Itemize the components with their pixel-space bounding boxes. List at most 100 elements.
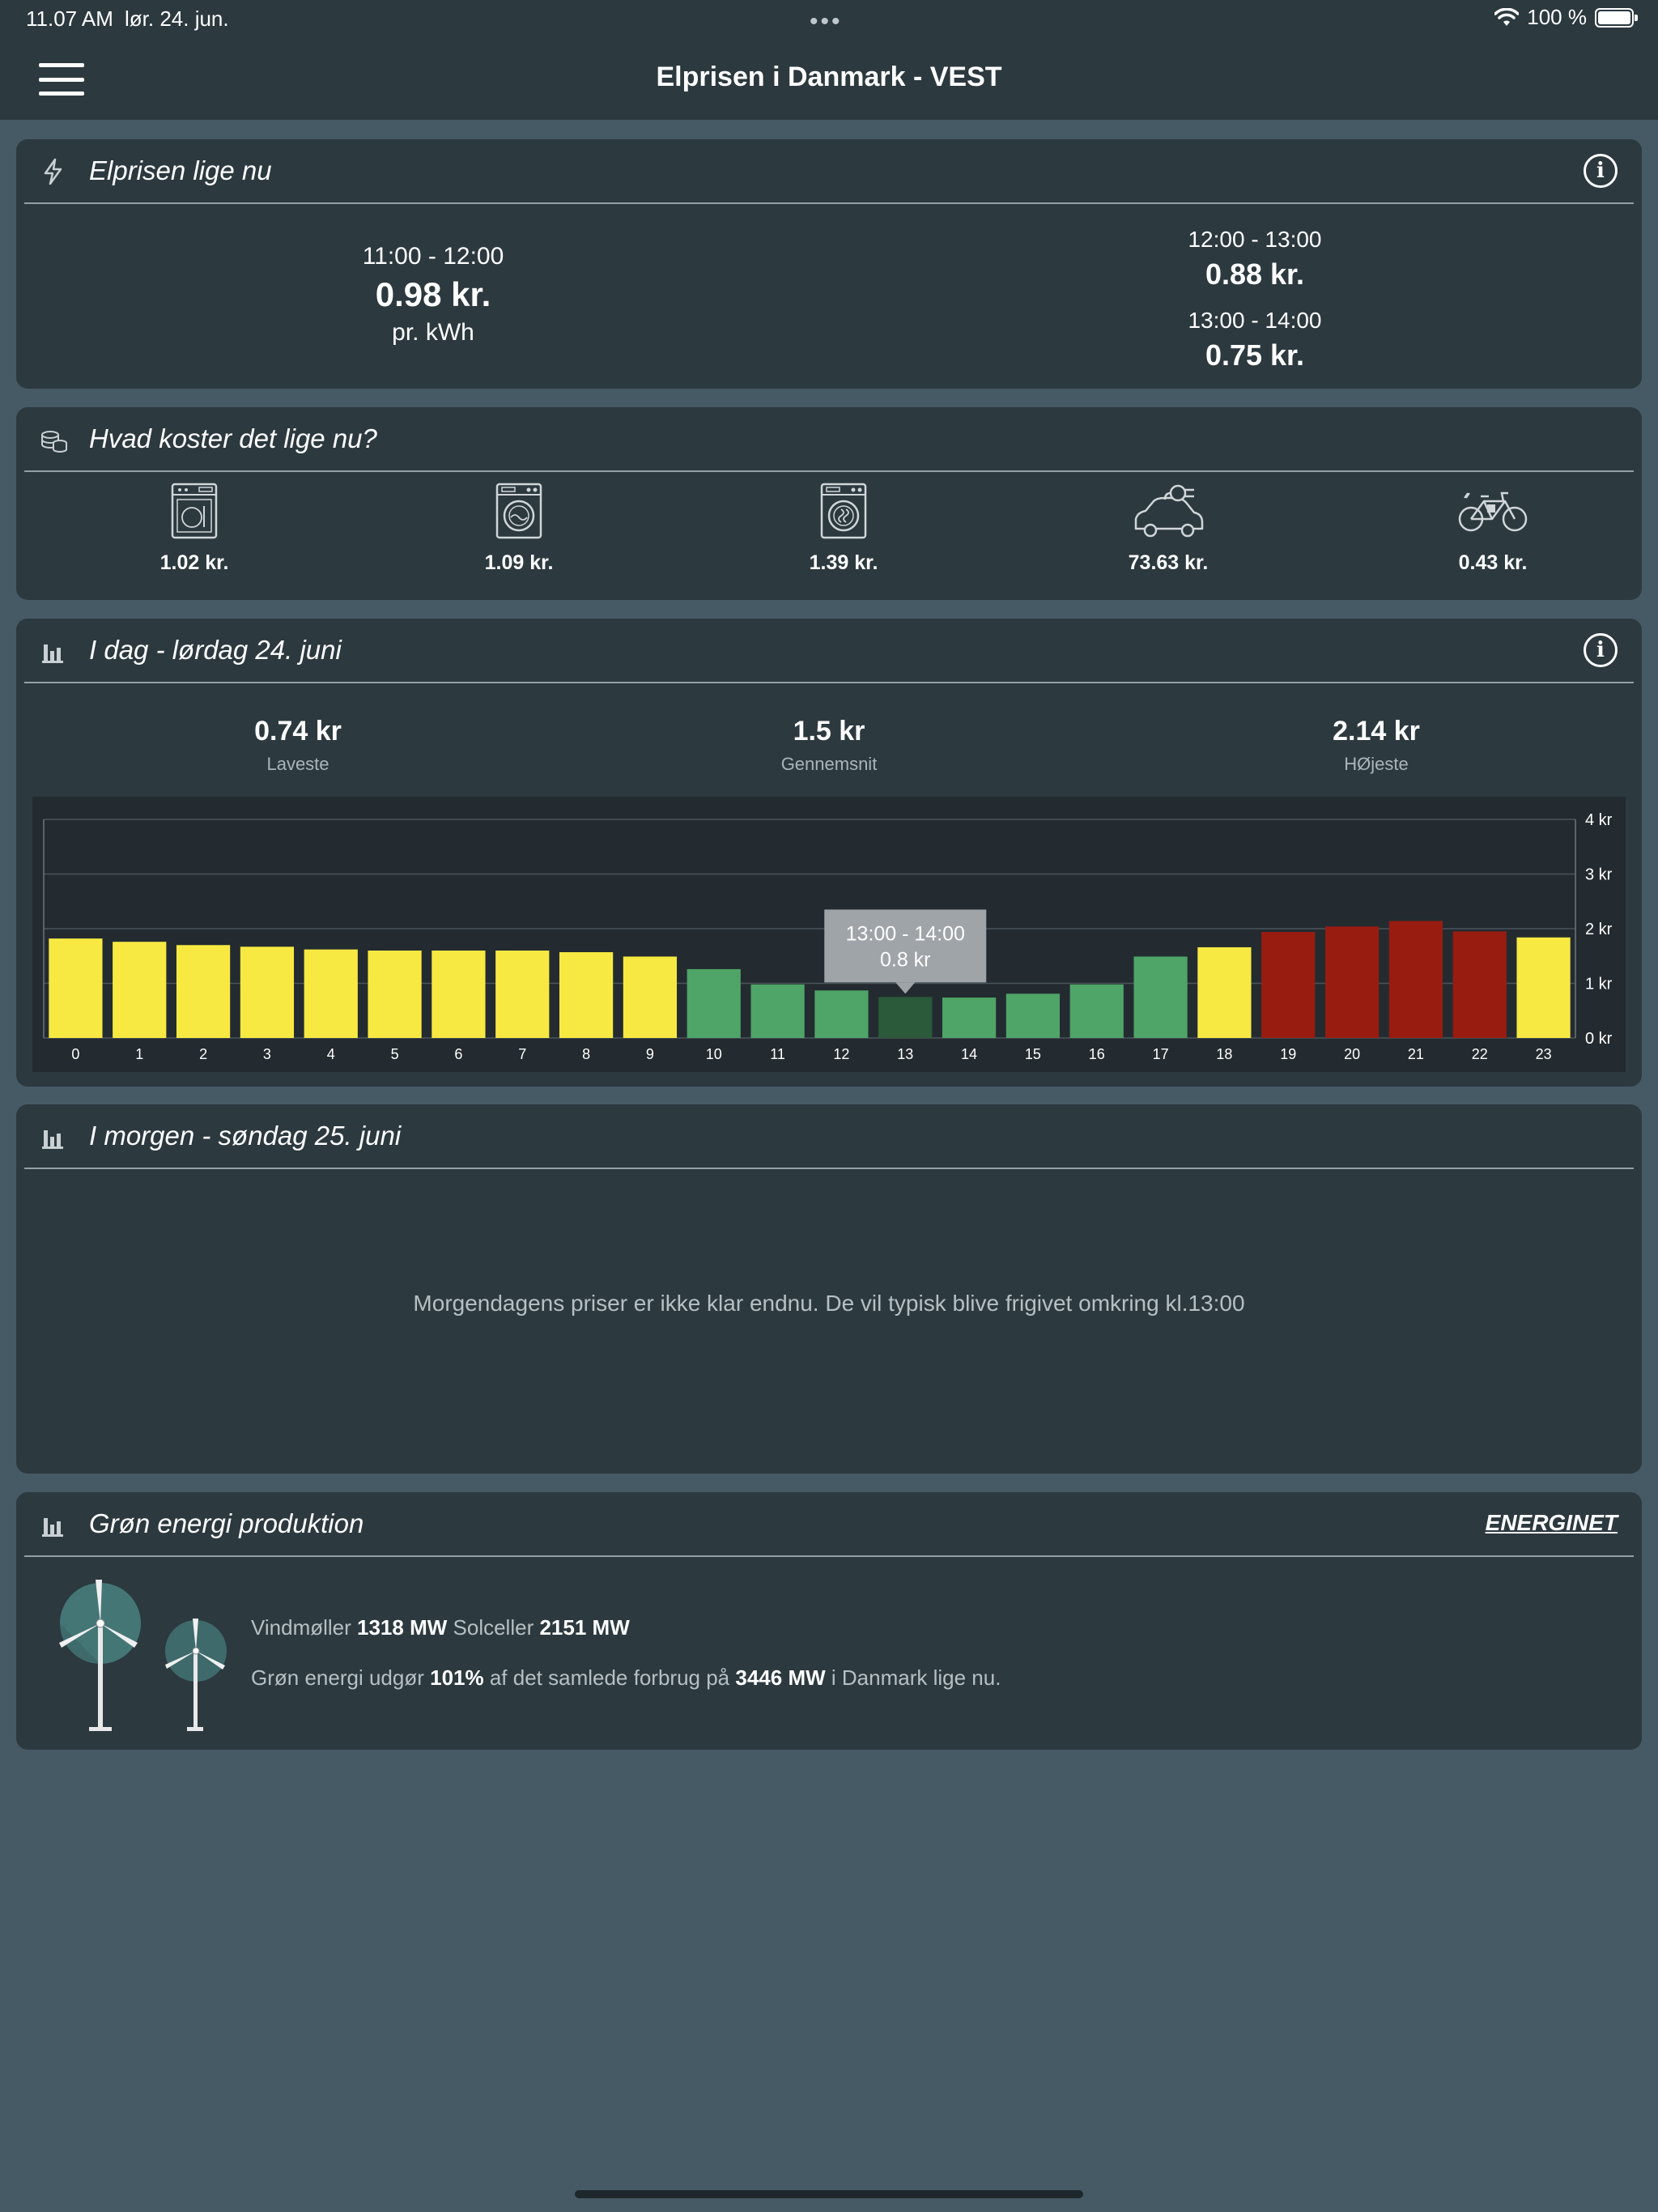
x-tick-label: 2	[199, 1046, 207, 1062]
tooltip-value: 0.8 kr	[880, 948, 931, 971]
x-tick-label: 4	[327, 1046, 335, 1062]
chart-bar	[240, 946, 295, 1038]
cost-now-card: Hvad koster det lige nu? 1.02 kr. 1.09 k…	[16, 407, 1642, 600]
card-header: Elprisen lige nu i	[24, 139, 1634, 204]
stat-value: 2.14 kr	[1333, 716, 1420, 747]
card-title: Grøn energi produktion	[89, 1508, 364, 1538]
energinet-link[interactable]: ENERGINET	[1486, 1510, 1618, 1536]
current-price-unit: pr. kWh	[392, 319, 474, 346]
share-value: 101%	[430, 1665, 484, 1690]
appliance-price: 0.43 kr.	[1458, 551, 1528, 574]
chart-bar	[432, 951, 486, 1038]
current-range: 11:00 - 12:00	[362, 243, 504, 270]
electric-car-icon	[1134, 484, 1204, 538]
chart-bar	[1452, 931, 1507, 1038]
x-tick-label: 5	[391, 1046, 399, 1062]
chart-bar	[1516, 937, 1571, 1038]
appliance-price: 1.39 kr.	[809, 551, 878, 574]
chart-bar	[623, 956, 678, 1038]
card-title: Elprisen lige nu	[89, 155, 272, 185]
chart-bar	[1133, 956, 1188, 1038]
x-tick-label: 8	[582, 1046, 590, 1062]
home-indicator[interactable]	[575, 2190, 1083, 2198]
info-icon[interactable]: i	[1584, 633, 1618, 667]
stat-label: Gennemsnit	[780, 754, 878, 774]
wind-turbine-icon	[59, 1580, 227, 1731]
coins-icon	[41, 431, 67, 453]
info-icon[interactable]: i	[1584, 154, 1618, 188]
chart-bar	[495, 951, 550, 1038]
washing-machine-icon	[495, 483, 542, 539]
x-tick-label: 21	[1408, 1046, 1424, 1062]
chart-bar	[1197, 946, 1252, 1038]
y-tick-label: 4 kr	[1585, 811, 1613, 829]
card-title: I morgen - søndag 25. juni	[89, 1121, 402, 1151]
chart-bar	[1261, 932, 1316, 1038]
wifi-icon	[1494, 7, 1520, 26]
share-mid: af det samlede forbrug på	[489, 1665, 730, 1690]
appliance-e-bike[interactable]: 0.43 kr.	[1371, 482, 1614, 575]
battery-icon	[1595, 7, 1638, 28]
current-price: 11:00 - 12:00 0.98 kr. pr. kWh	[190, 243, 676, 347]
appliance-electric-car[interactable]: 73.63 kr.	[1047, 482, 1290, 575]
bar-chart-icon	[42, 1130, 63, 1149]
appliance-price: 1.09 kr.	[484, 551, 554, 574]
x-tick-label: 3	[263, 1046, 271, 1062]
next-price-value: 0.75 kr.	[1205, 338, 1305, 372]
multitasking-dots-icon[interactable]: •••	[810, 8, 843, 36]
top-bar: 11.07 AM lør. 24. jun. ••• 100 % Elprise…	[0, 0, 1658, 120]
tooltip-range: 13:00 - 14:00	[846, 922, 965, 945]
card-title: Hvad koster det lige nu?	[89, 423, 377, 453]
chart-bar	[1005, 993, 1061, 1038]
card-header: Grøn energi produktion ENERGINET	[24, 1492, 1634, 1557]
next-price-2: 13:00 - 14:00 0.75 kr.	[1093, 308, 1417, 372]
chart-bar	[942, 998, 997, 1038]
price-now-card: Elprisen lige nu i 11:00 - 12:00 0.98 kr…	[16, 139, 1642, 389]
appliance-washing-machine[interactable]: 1.09 kr.	[397, 482, 640, 575]
x-tick-label: 6	[454, 1046, 462, 1062]
price-chart[interactable]: 0 kr 1 kr 2 kr 3 kr 4 kr 0 1 2 3 4 5 6 7 8 9 10 11 12 13 14…	[32, 797, 1626, 1072]
appliance-price: 1.02 kr.	[159, 551, 229, 574]
chart-tooltip	[824, 909, 987, 983]
battery-percent: 100 %	[1527, 5, 1587, 29]
next-price-1: 12:00 - 13:00 0.88 kr.	[1093, 227, 1417, 291]
dishwasher-icon	[171, 483, 218, 539]
x-tick-label: 9	[646, 1046, 654, 1062]
status-date: lør. 24. jun.	[125, 6, 229, 31]
y-tick-label: 0 kr	[1585, 1030, 1613, 1048]
chart-bar	[687, 968, 741, 1038]
chart-bar	[304, 949, 358, 1038]
appliance-dryer[interactable]: 1.39 kr.	[722, 482, 965, 575]
status-time: 11.07 AM	[26, 6, 113, 31]
status-right: 100 %	[1494, 5, 1638, 30]
price-chart-svg: 0 kr1 kr2 kr3 kr4 kr0 1 2 3 4 5 6 7 8 9 10 11 12 13 14…	[43, 811, 1613, 1062]
tomorrow-card: I morgen - søndag 25. juni Morgendagens …	[16, 1104, 1642, 1474]
chart-bar	[814, 990, 869, 1038]
y-tick-label: 2 kr	[1585, 921, 1613, 938]
card-header: I morgen - søndag 25. juni	[24, 1104, 1634, 1169]
x-tick-label: 14	[961, 1046, 977, 1062]
x-tick-label: 13	[897, 1046, 913, 1062]
x-tick-label: 20	[1344, 1046, 1360, 1062]
today-card: I dag - lørdag 24. juni i 0.74 kr Lavest…	[16, 619, 1642, 1087]
stat-value: 0.74 kr	[254, 716, 342, 747]
chart-bar	[368, 951, 422, 1038]
green-energy-card: Grøn energi produktion ENERGINET Vindmøl…	[16, 1492, 1642, 1750]
x-tick-label: 22	[1472, 1046, 1488, 1062]
x-tick-label: 17	[1153, 1046, 1169, 1062]
stat-highest: 2.14 kr HØjeste	[1214, 716, 1538, 775]
x-tick-label: 18	[1216, 1046, 1232, 1062]
appliance-dishwasher[interactable]: 1.02 kr.	[73, 482, 316, 575]
e-bike-icon	[1458, 491, 1528, 532]
bar-chart-icon	[42, 644, 63, 663]
x-tick-label: 11	[770, 1046, 785, 1062]
share-prefix: Grøn energi udgør	[251, 1665, 424, 1690]
next-range: 13:00 - 14:00	[1188, 308, 1322, 333]
x-tick-label: 19	[1280, 1046, 1296, 1062]
chart-bar	[559, 952, 614, 1038]
tomorrow-message: Morgendagens priser er ikke klar endnu. …	[413, 1291, 1245, 1316]
x-tick-label: 0	[71, 1046, 79, 1062]
share-line: Grøn energi udgør 101% af det samlede fo…	[251, 1665, 1001, 1691]
x-tick-label: 12	[833, 1046, 849, 1062]
solar-value: 2151 MW	[539, 1615, 630, 1640]
